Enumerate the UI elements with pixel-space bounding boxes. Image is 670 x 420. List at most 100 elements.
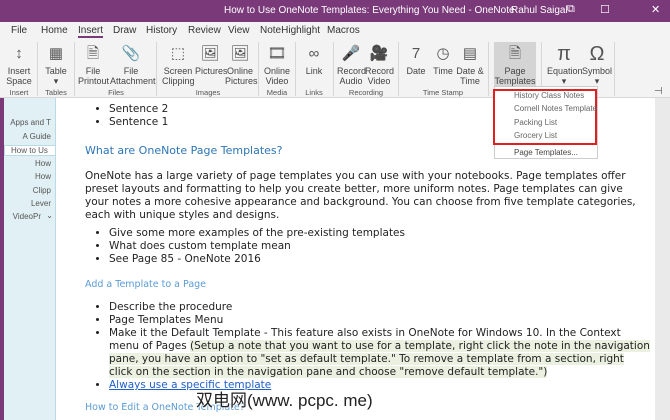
maximize-icon[interactable]: ☐ xyxy=(600,3,610,16)
tab-view[interactable]: View xyxy=(228,25,250,36)
tab-home[interactable]: Home xyxy=(41,25,68,36)
divider xyxy=(398,42,399,96)
link-button[interactable]: ∞ Link xyxy=(300,42,328,76)
time-button[interactable]: ◷ Time xyxy=(430,42,456,76)
page-templates-button[interactable]: 🗎PageTemplates ▾ xyxy=(494,42,536,96)
screen-clipping-button[interactable]: ⬚ Screen Clipping xyxy=(162,42,195,86)
table-icon: ▦ xyxy=(48,45,64,62)
page-templates-dropdown: History Class Notes Cornell Notes Templa… xyxy=(493,86,598,159)
group-label-media: Media xyxy=(266,88,288,97)
ribbon-tabs: File Home Insert Draw History Review Vie… xyxy=(0,22,670,40)
divider xyxy=(74,42,75,96)
link-icon: ∞ xyxy=(308,45,320,62)
date-icon: 7 xyxy=(411,45,421,62)
divider xyxy=(333,42,334,96)
symbol-button[interactable]: Ω Symbol ▾ xyxy=(582,42,612,86)
tab-history[interactable]: History xyxy=(146,25,177,36)
pictures-icon: 🖼 xyxy=(200,45,220,62)
tab-notehighlight[interactable]: NoteHighlight xyxy=(260,25,320,36)
online-pictures-button[interactable]: 🖼 Online Pictures xyxy=(225,42,258,86)
tab-draw[interactable]: Draw xyxy=(113,25,136,36)
divider xyxy=(258,42,259,96)
date-button[interactable]: 7 Date xyxy=(403,42,429,76)
list-item: Describe the procedure xyxy=(109,301,650,314)
list-item: See Page 85 - OneNote 2016 xyxy=(109,253,405,266)
group-label-tables: Tables xyxy=(45,88,67,97)
pin-icon[interactable]: ⊣ xyxy=(654,86,663,97)
equation-icon: π xyxy=(557,43,571,65)
menu-item[interactable]: Grocery List xyxy=(514,131,557,140)
page-list-sidebar: Apps and T A Guide How to Us How How Cli… xyxy=(0,98,56,420)
page-item[interactable]: How xyxy=(35,159,51,168)
online-video-icon: 🎞 xyxy=(267,45,287,62)
heading: What are OneNote Page Templates? xyxy=(85,144,283,157)
equation-button[interactable]: π Equation ▾ xyxy=(547,42,583,86)
record-audio-button[interactable]: 🎤 Record Audio xyxy=(337,42,366,86)
page-item-selected[interactable]: How to Us xyxy=(4,145,56,156)
title-bar: How to Use OneNote Templates: Everything… xyxy=(0,0,670,22)
chevron-down-icon[interactable]: ⌄ xyxy=(46,211,53,220)
time-icon: ◷ xyxy=(436,45,450,62)
group-label-files: Files xyxy=(108,88,124,97)
record-video-button[interactable]: 🎥 Record Video xyxy=(365,42,394,86)
group-label-recording: Recording xyxy=(348,88,384,97)
screen-clipping-icon: ⬚ xyxy=(170,45,186,62)
group-label-time-stamp: Time Stamp xyxy=(422,88,464,97)
list-item: Sentence 2 xyxy=(109,103,168,116)
tab-file[interactable]: File xyxy=(11,25,27,36)
file-attachment-button[interactable]: 📎 File Attachment xyxy=(110,42,156,86)
symbol-icon: Ω xyxy=(589,43,605,65)
restore-ribbon-icon[interactable]: ⧉ xyxy=(567,3,575,16)
list-item: Sentence 1 xyxy=(109,116,168,129)
table-button[interactable]: ▦ Table ▾ xyxy=(42,42,70,86)
bullet-list: Sentence 2 Sentence 1 xyxy=(85,103,168,129)
date-time-button[interactable]: ▤ Date & Time xyxy=(456,42,484,86)
menu-item[interactable]: Packing List xyxy=(514,118,557,127)
menu-item[interactable]: History Class Notes xyxy=(514,91,584,100)
group-label-links: Links xyxy=(305,88,323,97)
page-item[interactable]: VideoPr xyxy=(13,212,41,221)
divider xyxy=(488,42,489,96)
bullet-list: Give some more examples of the pre-exist… xyxy=(85,227,405,266)
list-item: Give some more examples of the pre-exist… xyxy=(109,227,405,240)
divider xyxy=(614,42,615,96)
highlighted-text: (Setup a note that you want to use for a… xyxy=(109,340,650,378)
watermark: 双电网(www. pcpc. me) xyxy=(196,391,373,410)
file-printout-icon: 🗎 xyxy=(86,45,100,62)
tab-macros[interactable]: Macros xyxy=(327,25,360,36)
window-title: How to Use OneNote Templates: Everything… xyxy=(224,5,515,16)
page-item[interactable]: How xyxy=(35,172,51,181)
tab-review[interactable]: Review xyxy=(188,25,221,36)
insert-space-icon: ↕ xyxy=(15,45,23,62)
record-audio-icon: 🎤 xyxy=(341,45,361,62)
page-item[interactable]: Apps and T xyxy=(10,118,51,127)
group-label-images: Images xyxy=(195,88,221,97)
list-item: Page Templates Menu xyxy=(109,314,650,327)
menu-item[interactable]: Cornell Notes Template xyxy=(514,104,597,113)
bullet-list: Describe the procedure Page Templates Me… xyxy=(85,301,650,392)
list-item: Always use a specific template xyxy=(109,379,650,392)
page-templates-icon: 🗎 xyxy=(508,45,522,62)
divider xyxy=(295,42,296,96)
group-label-insert: Insert xyxy=(9,88,29,97)
page-list: Apps and T A Guide How to Us How How Cli… xyxy=(4,98,56,420)
page-item[interactable]: A Guide xyxy=(23,132,51,141)
user-name[interactable]: Rahul Saigal xyxy=(511,5,568,16)
page-templates-menu-item[interactable]: Page Templates... xyxy=(514,148,578,157)
insert-space-button[interactable]: ↕ Insert Space xyxy=(4,42,34,86)
list-item: What does custom template mean xyxy=(109,240,405,253)
heading: Add a Template to a Page xyxy=(85,279,207,290)
close-icon[interactable]: ✕ xyxy=(651,3,660,16)
file-printout-button[interactable]: 🗎 File Printout xyxy=(78,42,109,86)
page-item[interactable]: Lever xyxy=(31,199,51,208)
tab-insert[interactable]: Insert xyxy=(78,25,104,38)
attachment-icon: 📎 xyxy=(121,45,141,62)
scrollbar[interactable] xyxy=(655,98,670,420)
date-time-icon: ▤ xyxy=(462,45,478,62)
online-video-button[interactable]: 🎞 Online Video xyxy=(262,42,292,86)
online-pictures-icon: 🖼 xyxy=(230,45,250,62)
pictures-button[interactable]: 🖼 Pictures xyxy=(195,42,228,76)
record-video-icon: 🎥 xyxy=(369,45,389,62)
divider xyxy=(37,42,38,96)
page-item[interactable]: Clipp xyxy=(33,186,51,195)
